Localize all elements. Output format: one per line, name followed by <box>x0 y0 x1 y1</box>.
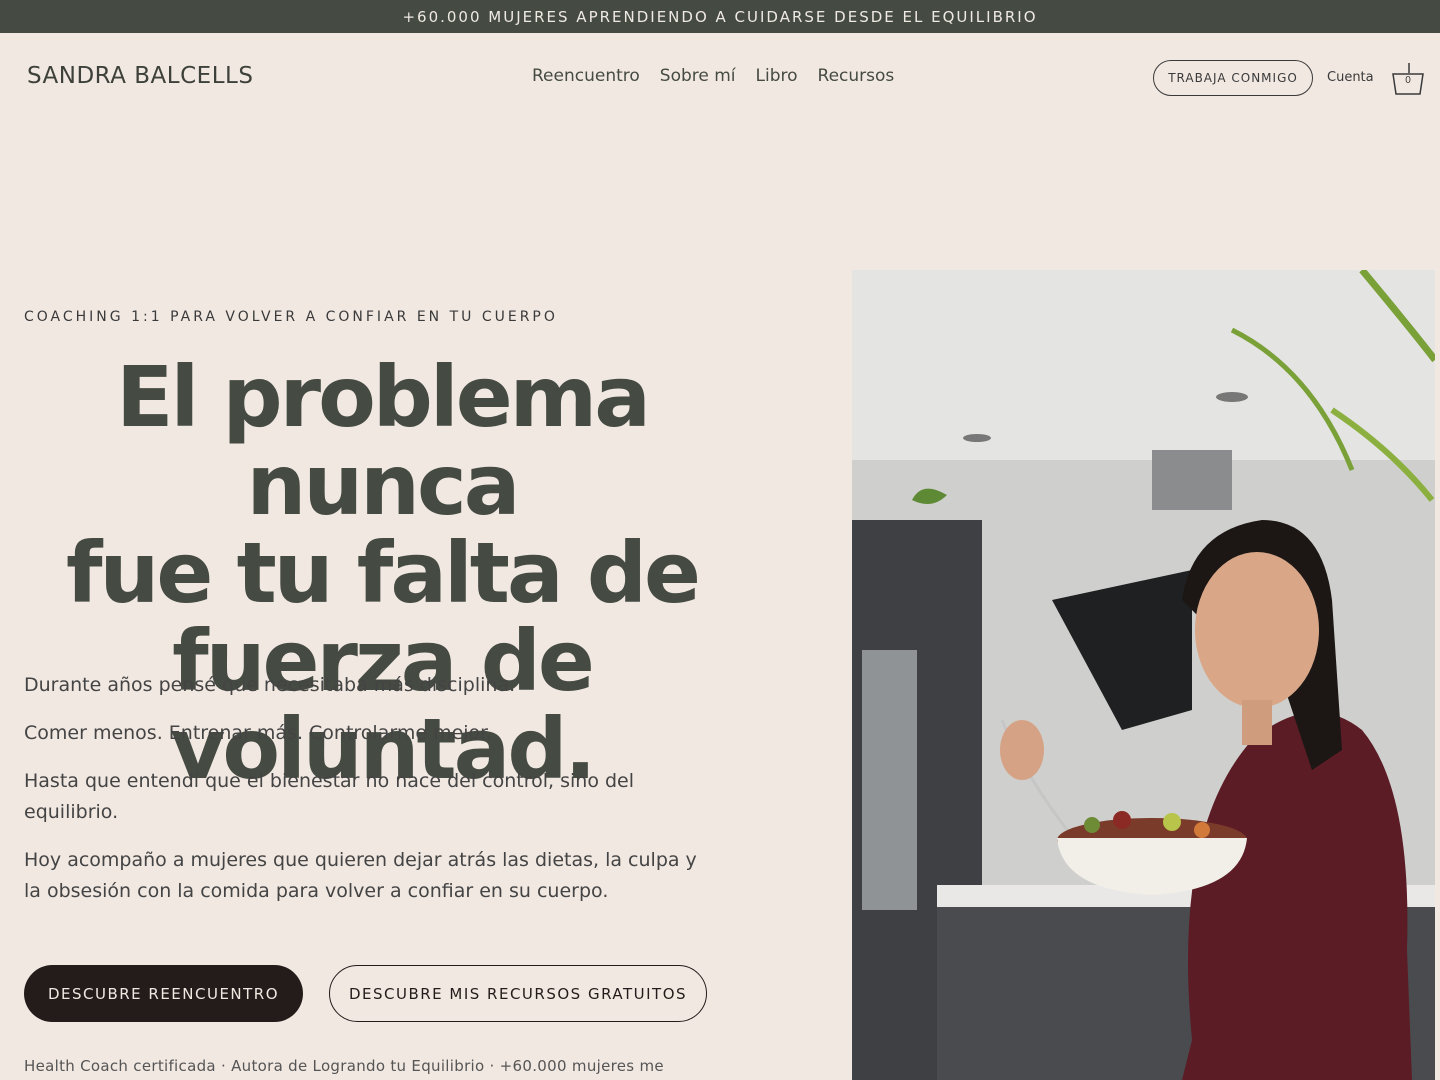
hero-photo <box>852 270 1435 1080</box>
nav-item-libro[interactable]: Libro <box>756 66 798 86</box>
nav-item-sobre-mi[interactable]: Sobre mí <box>660 66 736 86</box>
account-link[interactable]: Cuenta <box>1327 70 1374 85</box>
free-resources-button[interactable]: DESCUBRE MIS RECURSOS GRATUITOS <box>329 965 707 1022</box>
credentials-line: Health Coach certificada · Autora de Log… <box>24 1057 664 1075</box>
announcement-text: +60.000 MUJERES APRENDIENDO A CUIDARSE D… <box>402 7 1038 26</box>
hero-eyebrow: COACHING 1:1 PARA VOLVER A CONFIAR EN TU… <box>24 309 558 325</box>
nav-item-reencuentro[interactable]: Reencuentro <box>532 66 640 86</box>
basket-icon: 0 <box>1392 63 1424 95</box>
cart-count: 0 <box>1405 75 1411 86</box>
headline-line-2: fue tu falta de <box>66 524 701 622</box>
site-logo[interactable]: SANDRA BALCELLS <box>27 63 253 89</box>
hero-paragraph: Comer menos. Entrenar más. Controlarme m… <box>24 722 493 744</box>
work-with-me-button[interactable]: TRABAJA CONMIGO <box>1153 60 1313 96</box>
discover-reencuentro-button[interactable]: DESCUBRE REENCUENTRO <box>24 965 303 1022</box>
hero-paragraph: Durante años pensé que necesitaba más di… <box>24 674 516 696</box>
hero-paragraph: Hoy acompaño a mujeres que quieren dejar… <box>24 849 697 902</box>
site-header: SANDRA BALCELLS Reencuentro Sobre mí Lib… <box>0 33 1440 123</box>
hero-paragraph: Hasta que entendí que el bienestar no na… <box>24 770 635 823</box>
nav-item-recursos[interactable]: Recursos <box>818 66 895 86</box>
cart-button[interactable]: 0 <box>1391 61 1425 97</box>
headline-line-1: El problema nunca <box>116 348 651 534</box>
announcement-bar: +60.000 MUJERES APRENDIENDO A CUIDARSE D… <box>0 0 1440 33</box>
hero-copy: Durante años pensé que necesitaba más di… <box>24 670 704 924</box>
main-nav: Reencuentro Sobre mí Libro Recursos <box>532 66 894 86</box>
